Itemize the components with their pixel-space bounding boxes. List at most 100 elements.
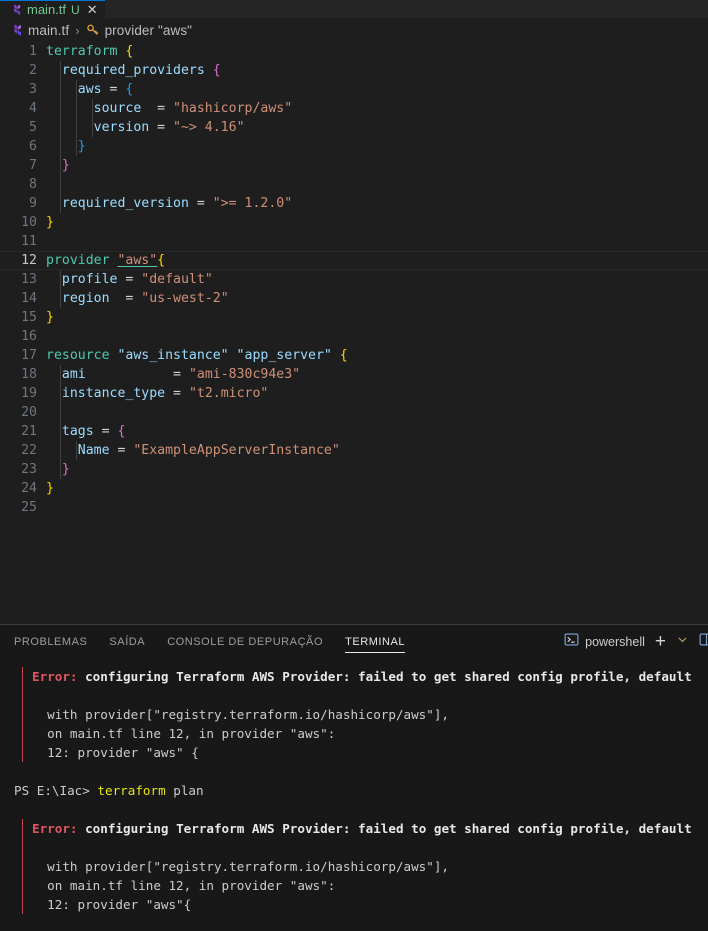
terraform-icon bbox=[9, 23, 23, 37]
code-text: Name = "ExampleAppServerInstance" bbox=[77, 443, 340, 458]
editor-tab-bar: main.tf U ✕ bbox=[0, 0, 708, 18]
code-line[interactable]: 19 instance_type = "t2.micro" bbox=[0, 384, 708, 403]
code-text: region = "us-west-2" bbox=[61, 291, 229, 306]
breadcrumb: main.tf › provider "aws" bbox=[0, 18, 708, 42]
line-number: 8 bbox=[29, 177, 37, 192]
line-number: 19 bbox=[21, 386, 37, 401]
line-number: 23 bbox=[21, 462, 37, 477]
code-text: ami = "ami-830c94e3" bbox=[61, 367, 301, 382]
line-number: 14 bbox=[21, 291, 37, 306]
code-line[interactable]: 3 aws = { bbox=[0, 80, 708, 99]
terminal-name-label: powershell bbox=[585, 635, 645, 649]
code-line[interactable]: 23 } bbox=[0, 460, 708, 479]
line-number: 15 bbox=[21, 310, 37, 325]
terminal-prompt-path: PS E:\Iac> bbox=[14, 783, 98, 798]
code-line[interactable]: 16 bbox=[0, 327, 708, 346]
error-label: Error: bbox=[32, 669, 78, 684]
line-number: 9 bbox=[29, 196, 37, 211]
line-number: 10 bbox=[21, 215, 37, 230]
code-line[interactable]: 5 version = "~> 4.16" bbox=[0, 118, 708, 137]
code-text: source = "hashicorp/aws" bbox=[93, 101, 293, 116]
chevron-right-icon: › bbox=[75, 22, 80, 38]
line-number: 2 bbox=[29, 63, 37, 78]
code-text: required_version = ">= 1.2.0" bbox=[61, 196, 293, 211]
panel-tab-1[interactable]: SAÍDA bbox=[109, 625, 145, 659]
code-text: aws = { bbox=[77, 82, 134, 97]
split-terminal-icon[interactable] bbox=[699, 632, 708, 652]
editor-tab-main-tf[interactable]: main.tf U ✕ bbox=[0, 0, 105, 18]
code-editor[interactable]: 1 terraform {2 required_providers {3 aws … bbox=[0, 42, 708, 624]
line-number: 4 bbox=[29, 101, 37, 116]
editor-tab-dirty-badge: U bbox=[71, 2, 80, 17]
line-number: 12 bbox=[21, 253, 37, 268]
editor-tab-label: main.tf bbox=[27, 2, 67, 17]
code-line[interactable]: 1 terraform { bbox=[0, 42, 708, 61]
terminal-error-block: Error: configuring Terraform AWS Provide… bbox=[0, 819, 708, 914]
terminal-selector[interactable]: powershell bbox=[564, 632, 645, 652]
line-number: 6 bbox=[29, 139, 37, 154]
code-line[interactable]: 24} bbox=[0, 479, 708, 498]
terraform-icon bbox=[9, 3, 22, 16]
panel-tab-list: PROBLEMAS SAÍDA CONSOLE DE DEPURAÇÃO TERMIN… bbox=[14, 625, 406, 659]
breadcrumb-file[interactable]: main.tf bbox=[9, 23, 69, 38]
panel-tab-0[interactable]: PROBLEMAS bbox=[14, 625, 87, 659]
line-number: 17 bbox=[21, 348, 37, 363]
line-number: 7 bbox=[29, 158, 37, 173]
new-terminal-icon[interactable]: + bbox=[655, 632, 666, 651]
code-line[interactable]: 11 bbox=[0, 232, 708, 251]
terminal-prompt-line[interactable]: PS E:\Iac> terraform plan bbox=[0, 781, 708, 800]
code-line[interactable]: 22 Name = "ExampleAppServerInstance" bbox=[0, 441, 708, 460]
breadcrumb-symbol-label: provider "aws" bbox=[104, 22, 193, 38]
code-text: } bbox=[46, 215, 54, 230]
terminal-error-detail: 12: provider "aws"{ bbox=[32, 897, 192, 912]
terminal-error-detail: with provider["registry.terraform.io/has… bbox=[32, 707, 450, 722]
line-number: 18 bbox=[21, 367, 37, 382]
code-line[interactable]: 18 ami = "ami-830c94e3" bbox=[0, 365, 708, 384]
line-number: 5 bbox=[29, 120, 37, 135]
code-line[interactable]: 4 source = "hashicorp/aws" bbox=[0, 99, 708, 118]
code-text: } bbox=[46, 481, 54, 496]
code-line[interactable]: 15} bbox=[0, 308, 708, 327]
code-text: tags = { bbox=[61, 424, 126, 439]
code-line[interactable]: 25 bbox=[0, 498, 708, 517]
terminal-error-detail: with provider["registry.terraform.io/has… bbox=[32, 859, 450, 874]
line-number: 13 bbox=[21, 272, 37, 287]
chevron-down-icon[interactable] bbox=[676, 633, 689, 651]
code-line[interactable]: 14 region = "us-west-2" bbox=[0, 289, 708, 308]
code-line[interactable]: 21 tags = { bbox=[0, 422, 708, 441]
bottom-panel: PROBLEMAS SAÍDA CONSOLE DE DEPURAÇÃO TERMIN… bbox=[0, 625, 708, 931]
code-line[interactable]: 10} bbox=[0, 213, 708, 232]
code-line[interactable]: 17 resource "aws_instance" "app_server" { bbox=[0, 346, 708, 365]
error-label: Error: bbox=[32, 821, 78, 836]
close-icon[interactable]: ✕ bbox=[85, 3, 98, 16]
breadcrumb-symbol[interactable]: provider "aws" bbox=[86, 23, 193, 38]
terminal-icon bbox=[564, 632, 579, 652]
panel-actions: powershell + bbox=[564, 625, 708, 659]
code-line[interactable]: 7 } bbox=[0, 156, 708, 175]
code-line[interactable]: 2 required_providers { bbox=[0, 61, 708, 80]
code-text: provider "aws"{ bbox=[46, 253, 166, 268]
line-number: 25 bbox=[21, 500, 37, 515]
code-text: resource "aws_instance" "app_server" { bbox=[46, 348, 348, 363]
panel-tab-2[interactable]: CONSOLE DE DEPURAÇÃO bbox=[167, 625, 323, 659]
line-number: 20 bbox=[21, 405, 37, 420]
line-number: 24 bbox=[21, 481, 37, 496]
panel-tab-3[interactable]: TERMINAL bbox=[345, 625, 406, 659]
terminal-error-detail: 12: provider "aws" { bbox=[32, 745, 199, 760]
code-line[interactable]: 13 profile = "default" bbox=[0, 270, 708, 289]
line-number: 21 bbox=[21, 424, 37, 439]
code-text: terraform { bbox=[46, 44, 134, 59]
terminal-error-detail: on main.tf line 12, in provider "aws": bbox=[32, 878, 336, 893]
panel-header: PROBLEMAS SAÍDA CONSOLE DE DEPURAÇÃO TERMIN… bbox=[0, 625, 708, 659]
code-line[interactable]: 9 required_version = ">= 1.2.0" bbox=[0, 194, 708, 213]
code-line[interactable]: 12 provider "aws"{ bbox=[0, 251, 708, 270]
breadcrumb-file-label: main.tf bbox=[28, 22, 70, 38]
code-line[interactable]: 6 } bbox=[0, 137, 708, 156]
terminal-error-detail: on main.tf line 12, in provider "aws": bbox=[32, 726, 336, 741]
code-line[interactable]: 20 bbox=[0, 403, 708, 422]
terminal-output[interactable]: Error: configuring Terraform AWS Provide… bbox=[0, 659, 708, 931]
code-text: } bbox=[77, 139, 86, 154]
line-number: 22 bbox=[21, 443, 37, 458]
code-line[interactable]: 8 bbox=[0, 175, 708, 194]
